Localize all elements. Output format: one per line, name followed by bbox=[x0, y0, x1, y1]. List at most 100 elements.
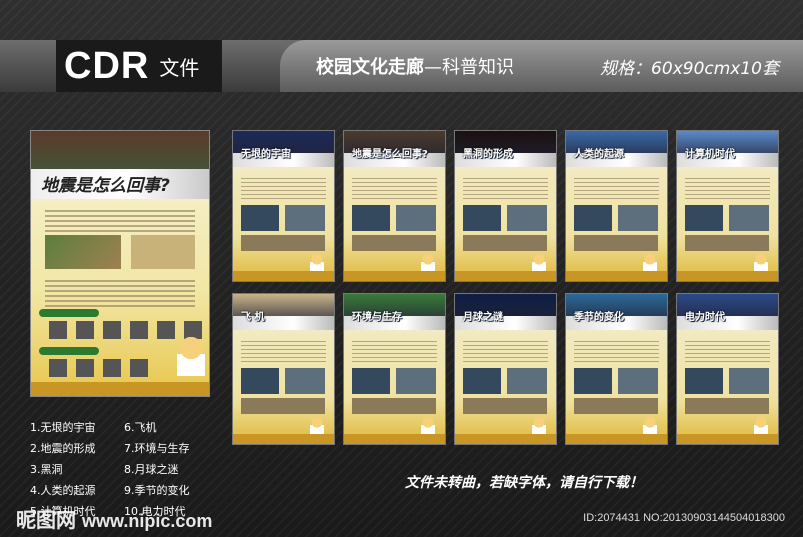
poster-image bbox=[685, 398, 769, 414]
mascot-icon bbox=[310, 253, 324, 273]
poster-image bbox=[574, 398, 658, 414]
poster-title: 地震是怎么回事? bbox=[352, 149, 428, 160]
watermark: 昵图网 www.nipic.com bbox=[16, 504, 212, 533]
spec-text: 规格：60x90cmx10套 bbox=[600, 59, 779, 79]
poster-image bbox=[574, 205, 612, 231]
poster-image bbox=[241, 235, 325, 251]
poster-title: 飞 机 bbox=[241, 312, 265, 323]
poster-text bbox=[241, 175, 326, 202]
poster-footer bbox=[455, 271, 556, 281]
poster-image bbox=[729, 205, 769, 231]
poster-image bbox=[463, 368, 501, 394]
poster-title: 黑洞的形成 bbox=[463, 149, 513, 160]
featured-poster-section-bar bbox=[39, 347, 99, 355]
format-badge: CDR 文件 bbox=[56, 40, 222, 92]
mascot-icon bbox=[532, 253, 546, 273]
watermark-url: www.nipic.com bbox=[82, 511, 213, 531]
poster-image bbox=[352, 205, 390, 231]
featured-poster-image bbox=[45, 235, 121, 269]
poster-footer bbox=[233, 271, 334, 281]
poster-thumbnail: 飞 机 bbox=[232, 293, 335, 445]
poster-image bbox=[463, 205, 501, 231]
poster-thumbnail: 计算机时代 bbox=[676, 130, 779, 282]
poster-image bbox=[285, 205, 325, 231]
poster-title: 环境与生存 bbox=[352, 312, 402, 323]
mascot-icon bbox=[421, 416, 435, 436]
poster-image bbox=[729, 368, 769, 394]
poster-title: 季节的变化 bbox=[574, 312, 624, 323]
poster-image bbox=[241, 398, 325, 414]
title-rest: —科普知识 bbox=[424, 57, 514, 78]
poster-image bbox=[352, 398, 436, 414]
title-bold: 校园文化走廊 bbox=[316, 57, 424, 78]
title-bar: 校园文化走廊—科普知识 规格：60x90cmx10套 bbox=[280, 40, 803, 92]
format-badge-main: CDR bbox=[64, 44, 150, 87]
poster-image bbox=[396, 205, 436, 231]
poster-thumbnail: 黑洞的形成 bbox=[454, 130, 557, 282]
featured-poster-image bbox=[131, 235, 195, 269]
list-item: 4.人类的起源 9.季节的变化 bbox=[30, 479, 230, 500]
poster-image bbox=[618, 205, 658, 231]
poster-text bbox=[241, 338, 326, 365]
featured-poster-text bbox=[45, 277, 195, 310]
poster-image bbox=[241, 368, 279, 394]
poster-title: 计算机时代 bbox=[685, 149, 735, 160]
poster-thumbnail: 人类的起源 bbox=[565, 130, 668, 282]
poster-text bbox=[574, 175, 659, 202]
list-item-label: 8.月球之迷 bbox=[124, 462, 179, 476]
poster-thumbnail: 地震是怎么回事? bbox=[343, 130, 446, 282]
list-item-label: 1.无垠的宇宙 bbox=[30, 420, 96, 434]
featured-poster-footer bbox=[31, 382, 209, 396]
poster-footer bbox=[455, 434, 556, 444]
poster-image bbox=[507, 205, 547, 231]
poster-footer bbox=[344, 434, 445, 444]
poster-text bbox=[574, 338, 659, 365]
list-item-label: 6.飞机 bbox=[124, 420, 157, 434]
format-badge-sub: 文件 bbox=[159, 55, 200, 80]
list-item-label: 4.人类的起源 bbox=[30, 483, 96, 497]
poster-image bbox=[685, 205, 723, 231]
poster-text bbox=[685, 338, 770, 365]
featured-poster-text bbox=[45, 207, 195, 235]
poster-image bbox=[352, 368, 390, 394]
poster-title: 人类的起源 bbox=[574, 149, 624, 160]
poster-text bbox=[352, 175, 437, 202]
poster-image bbox=[352, 235, 436, 251]
poster-title: 月球之谜 bbox=[463, 312, 503, 323]
poster-footer bbox=[566, 271, 667, 281]
poster-image bbox=[241, 205, 279, 231]
poster-footer bbox=[566, 434, 667, 444]
mascot-icon bbox=[643, 253, 657, 273]
poster-image bbox=[285, 368, 325, 394]
mascot-icon bbox=[754, 416, 768, 436]
list-item: 2.地震的形成 7.环境与生存 bbox=[30, 437, 230, 458]
watermark-brand: 昵图网 bbox=[16, 508, 76, 532]
poster-text bbox=[463, 175, 548, 202]
poster-footer bbox=[677, 434, 778, 444]
mascot-icon bbox=[177, 336, 205, 376]
poster-thumbnail: 环境与生存 bbox=[343, 293, 446, 445]
featured-poster: 地震是怎么回事? bbox=[30, 130, 210, 397]
list-item: 1.无垠的宇宙 6.飞机 bbox=[30, 416, 230, 437]
poster-image bbox=[463, 235, 547, 251]
list-item-label: 9.季节的变化 bbox=[124, 483, 190, 497]
poster-text bbox=[685, 175, 770, 202]
poster-image bbox=[574, 368, 612, 394]
poster-image bbox=[507, 368, 547, 394]
poster-image bbox=[685, 368, 723, 394]
poster-title: 无垠的宇宙 bbox=[241, 149, 291, 160]
poster-thumbnail: 季节的变化 bbox=[565, 293, 668, 445]
poster-image bbox=[396, 368, 436, 394]
poster-text bbox=[352, 338, 437, 365]
mascot-icon bbox=[532, 416, 546, 436]
poster-thumbnail: 月球之谜 bbox=[454, 293, 557, 445]
poster-footer bbox=[677, 271, 778, 281]
font-note: 文件未转曲，若缺字体，请自行下载！ bbox=[405, 475, 643, 491]
poster-thumbnail: 无垠的宇宙 bbox=[232, 130, 335, 282]
list-item-label: 2.地震的形成 bbox=[30, 441, 96, 455]
list-item: 3.黑洞 8.月球之迷 bbox=[30, 458, 230, 479]
mascot-icon bbox=[643, 416, 657, 436]
poster-text bbox=[463, 338, 548, 365]
poster-image bbox=[463, 398, 547, 414]
mascot-icon bbox=[421, 253, 435, 273]
